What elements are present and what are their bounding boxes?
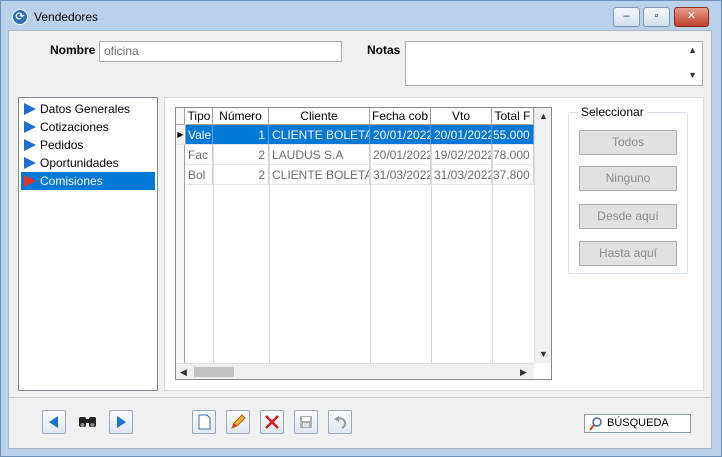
notas-label: Notas — [367, 43, 401, 57]
cell-vto[interactable]: 31/03/2022 — [431, 165, 492, 185]
sidebar-item-comisiones[interactable]: Comisiones — [21, 172, 155, 190]
sidebar-item-label: Oportunidades — [40, 156, 119, 170]
cell-total[interactable]: 37.800 — [492, 165, 534, 185]
sidebar-item-label: Pedidos — [40, 138, 84, 152]
minimize-button[interactable]: – — [613, 7, 640, 27]
cell-numero[interactable]: 1 — [213, 125, 269, 145]
ninguno-button[interactable]: Ninguno — [579, 166, 677, 191]
undo-icon — [334, 416, 347, 429]
cell-fecha-cob[interactable]: 20/01/2022 — [370, 145, 431, 165]
new-document-icon — [198, 414, 211, 430]
edit-record-button[interactable] — [226, 410, 250, 434]
row-pointer-icon: ▶ — [176, 125, 186, 145]
comisiones-grid[interactable]: Tipo Número Cliente Fecha cob Vto Total … — [175, 107, 552, 380]
cell-cliente[interactable]: LAUDUS S.A — [269, 145, 370, 165]
sidebar-item-label: Comisiones — [40, 174, 103, 188]
cell-cliente[interactable]: CLIENTE BOLETA — [269, 165, 370, 185]
magnifier-icon — [589, 417, 602, 431]
delete-record-button[interactable] — [260, 410, 284, 434]
arrow-right-icon — [24, 121, 36, 133]
sidebar-item-oportunidades[interactable]: Oportunidades — [21, 154, 155, 172]
cell-fecha-cob[interactable]: 20/01/2022 — [370, 125, 431, 145]
window-title: Vendedores — [34, 10, 99, 24]
close-button[interactable]: ✕ — [674, 7, 709, 27]
cell-tipo[interactable]: Bol — [186, 165, 213, 185]
arrow-right-icon — [24, 175, 36, 187]
arrow-right-icon — [24, 139, 36, 151]
app-icon: ⟳ — [12, 9, 28, 25]
column-header-numero[interactable]: Número — [213, 108, 269, 125]
undo-button[interactable] — [328, 410, 352, 434]
sidebar-item-label: Datos Generales — [40, 102, 131, 116]
cell-vto[interactable]: 20/01/2022 — [431, 125, 492, 145]
binoculars-search-button[interactable] — [76, 412, 100, 432]
cell-cliente[interactable]: CLIENTE BOLETA — [269, 125, 370, 145]
desde-aqui-button[interactable]: Desde aquí — [579, 204, 677, 229]
save-disk-icon — [300, 416, 312, 428]
column-header-tipo[interactable]: Tipo — [186, 108, 213, 125]
cell-fecha-cob[interactable]: 31/03/2022 — [370, 165, 431, 185]
scroll-left-icon[interactable]: ◀ — [180, 367, 187, 378]
sidebar-item-pedidos[interactable]: Pedidos — [21, 136, 155, 154]
todos-button[interactable]: Todos — [579, 130, 677, 155]
sidebar-item-cotizaciones[interactable]: Cotizaciones — [21, 118, 155, 136]
notas-scroll-down-icon[interactable]: ▼ — [688, 70, 697, 80]
nombre-label: Nombre — [50, 43, 96, 57]
busqueda-label: BÚSQUEDA — [607, 417, 669, 429]
busqueda-button[interactable]: BÚSQUEDA — [584, 414, 691, 433]
sidebar-nav: Datos Generales Cotizaciones Pedidos Opo… — [18, 97, 158, 391]
sidebar-item-label: Cotizaciones — [40, 120, 109, 134]
column-header-vto[interactable]: Vto — [431, 108, 492, 125]
hasta-aqui-button[interactable]: Hasta aquí — [579, 241, 677, 266]
vertical-scrollbar[interactable]: ▲ ▼ — [534, 108, 551, 363]
arrow-right-icon — [117, 416, 126, 428]
binoculars-icon — [79, 417, 96, 427]
pencil-icon — [231, 414, 246, 429]
column-header-fecha-cob[interactable]: Fecha cob — [370, 108, 431, 125]
title-bar[interactable]: ⟳ Vendedores – ▫ ✕ — [1, 1, 721, 31]
notas-field[interactable]: ▲ ▼ — [405, 41, 703, 86]
horizontal-scroll-thumb[interactable] — [194, 367, 234, 377]
sidebar-item-datos-generales[interactable]: Datos Generales — [21, 100, 155, 118]
arrow-right-icon — [24, 157, 36, 169]
cell-total[interactable]: 55.000 — [492, 125, 534, 145]
scroll-down-icon[interactable]: ▼ — [539, 349, 548, 359]
cell-total[interactable]: 78.000 — [492, 145, 534, 165]
cell-numero[interactable]: 2 — [213, 165, 269, 185]
column-header-total[interactable]: Total F — [492, 108, 534, 125]
grid-corner — [176, 108, 185, 125]
seleccionar-group-title: Seleccionar — [578, 105, 647, 119]
cell-vto[interactable]: 19/02/2022 — [431, 145, 492, 165]
maximize-button[interactable]: ▫ — [643, 7, 670, 27]
row-indicator-column — [176, 125, 185, 363]
horizontal-scrollbar[interactable]: ◀ ▶ — [176, 363, 534, 379]
cell-numero[interactable]: 2 — [213, 145, 269, 165]
cell-tipo[interactable]: Vale — [186, 125, 213, 145]
notas-scroll-up-icon[interactable]: ▲ — [688, 45, 697, 55]
scroll-right-icon[interactable]: ▶ — [520, 367, 527, 378]
arrow-right-icon — [24, 103, 36, 115]
save-record-button[interactable] — [294, 410, 318, 434]
scroll-up-icon[interactable]: ▲ — [539, 111, 548, 121]
arrow-left-icon — [49, 416, 58, 428]
next-record-button[interactable] — [109, 410, 133, 434]
previous-record-button[interactable] — [42, 410, 66, 434]
cell-tipo[interactable]: Fac — [186, 145, 213, 165]
column-header-cliente[interactable]: Cliente — [269, 108, 370, 125]
delete-x-icon — [265, 415, 279, 429]
nombre-field[interactable]: oficina — [99, 41, 342, 62]
new-record-button[interactable] — [192, 410, 216, 434]
